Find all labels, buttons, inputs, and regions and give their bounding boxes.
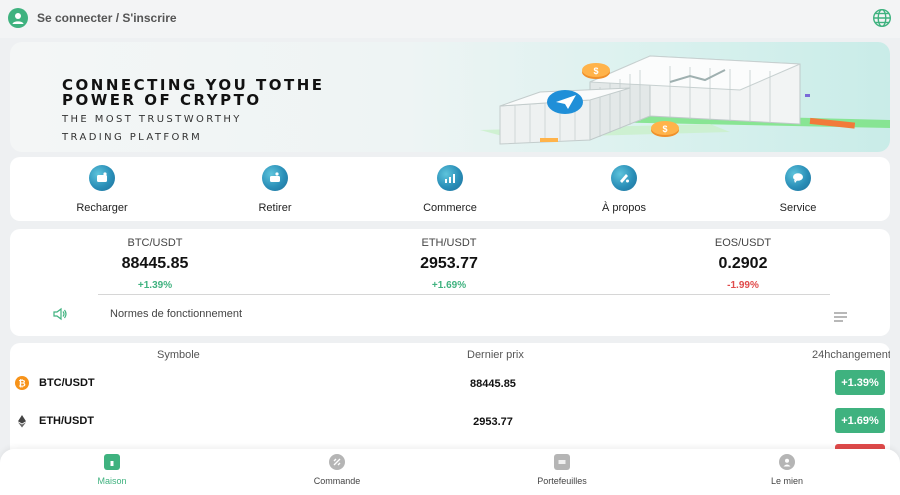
nav-wallets-label: Portefeuilles (537, 476, 587, 486)
market-row-symbol[interactable]: BTC/USDT (39, 377, 95, 389)
ticker-price: 88445.85 (121, 255, 189, 272)
ticker-change: +1.39% (137, 280, 173, 291)
action-about-label: À propos (601, 202, 647, 214)
info-icon (611, 165, 637, 191)
profile-icon (779, 454, 795, 470)
action-trade[interactable]: Commerce (390, 165, 510, 214)
language-globe-icon[interactable] (872, 8, 892, 28)
wallet-in-icon (89, 165, 115, 191)
ticker-eth[interactable]: ETH/USDT 2953.77 +1.69% (349, 237, 549, 291)
action-about[interactable]: À propos (564, 165, 684, 214)
top-bar: Se connecter / S'inscrire (0, 0, 900, 38)
ticker-change: -1.99% (727, 280, 759, 291)
quick-actions-panel: Recharger Retirer Commerce À propos Serv… (10, 157, 890, 221)
nav-home-label: Maison (97, 476, 127, 486)
market-row-price: 88445.85 (470, 378, 516, 390)
action-trade-label: Commerce (423, 202, 477, 214)
banner-coin-symbol-2: $ (662, 124, 667, 134)
bitcoin-icon: ₿ (15, 376, 29, 390)
list-menu-icon[interactable] (834, 309, 847, 322)
action-service[interactable]: Service (738, 165, 858, 214)
market-row-symbol[interactable]: ETH/USDT (39, 415, 94, 427)
ethereum-icon (15, 414, 29, 428)
login-register-link[interactable]: Se connecter / S'inscrire (37, 11, 177, 25)
ticker-pair: ETH/USDT (421, 237, 477, 249)
market-row-change-badge[interactable]: +1.69% (835, 408, 885, 433)
action-service-label: Service (779, 202, 817, 214)
bottom-navigation: Maison Commande Portefeuilles Le mien (0, 449, 900, 495)
notice-text[interactable]: Normes de fonctionnement (110, 308, 242, 320)
ticker-eos[interactable]: EOS/USDT 0.2902 -1.99% (643, 237, 843, 291)
home-icon (104, 454, 120, 470)
user-avatar-icon[interactable] (8, 8, 28, 28)
nav-profile[interactable]: Le mien (737, 454, 837, 486)
svg-text:₿: ₿ (18, 379, 25, 389)
wallet-icon (554, 454, 570, 470)
ticker-pair: BTC/USDT (127, 237, 183, 249)
nav-profile-label: Le mien (770, 476, 804, 486)
ticker-price: 0.2902 (718, 255, 768, 272)
action-recharge[interactable]: Recharger (42, 165, 162, 214)
wallet-out-icon (262, 165, 288, 191)
action-recharge-label: Recharger (76, 202, 128, 214)
nav-orders[interactable]: Commande (287, 454, 387, 486)
ticker-pair: EOS/USDT (714, 237, 772, 249)
column-header-symbol: Symbole (157, 349, 200, 361)
nav-wallets[interactable]: Portefeuilles (512, 454, 612, 486)
nav-orders-label: Commande (313, 476, 361, 486)
ticker-price: 2953.77 (420, 255, 478, 272)
ticker-change: +1.69% (431, 280, 467, 291)
chat-icon (785, 165, 811, 191)
chart-icon (437, 165, 463, 191)
market-row-change-badge[interactable]: +1.39% (835, 370, 885, 395)
promo-banner[interactable]: CONNECTING YOU TOTHE POWER OF CRYPTO THE… (10, 42, 890, 152)
action-withdraw[interactable]: Retirer (215, 165, 335, 214)
market-row-price: 2953.77 (473, 416, 513, 428)
column-header-last-price: Dernier prix (467, 349, 524, 361)
orders-icon (329, 454, 345, 470)
banner-coin-symbol: $ (593, 66, 598, 76)
column-header-change: 24hchangement (812, 349, 890, 361)
ticker-panel: BTC/USDT 88445.85 +1.39% ETH/USDT 2953.7… (10, 229, 890, 336)
nav-home[interactable]: Maison (62, 454, 162, 486)
action-withdraw-label: Retirer (258, 202, 292, 214)
ticker-divider (98, 294, 830, 295)
ticker-btc[interactable]: BTC/USDT 88445.85 +1.39% (55, 237, 255, 291)
banner-illustration: $ $ (480, 55, 890, 145)
speaker-icon (52, 307, 68, 321)
